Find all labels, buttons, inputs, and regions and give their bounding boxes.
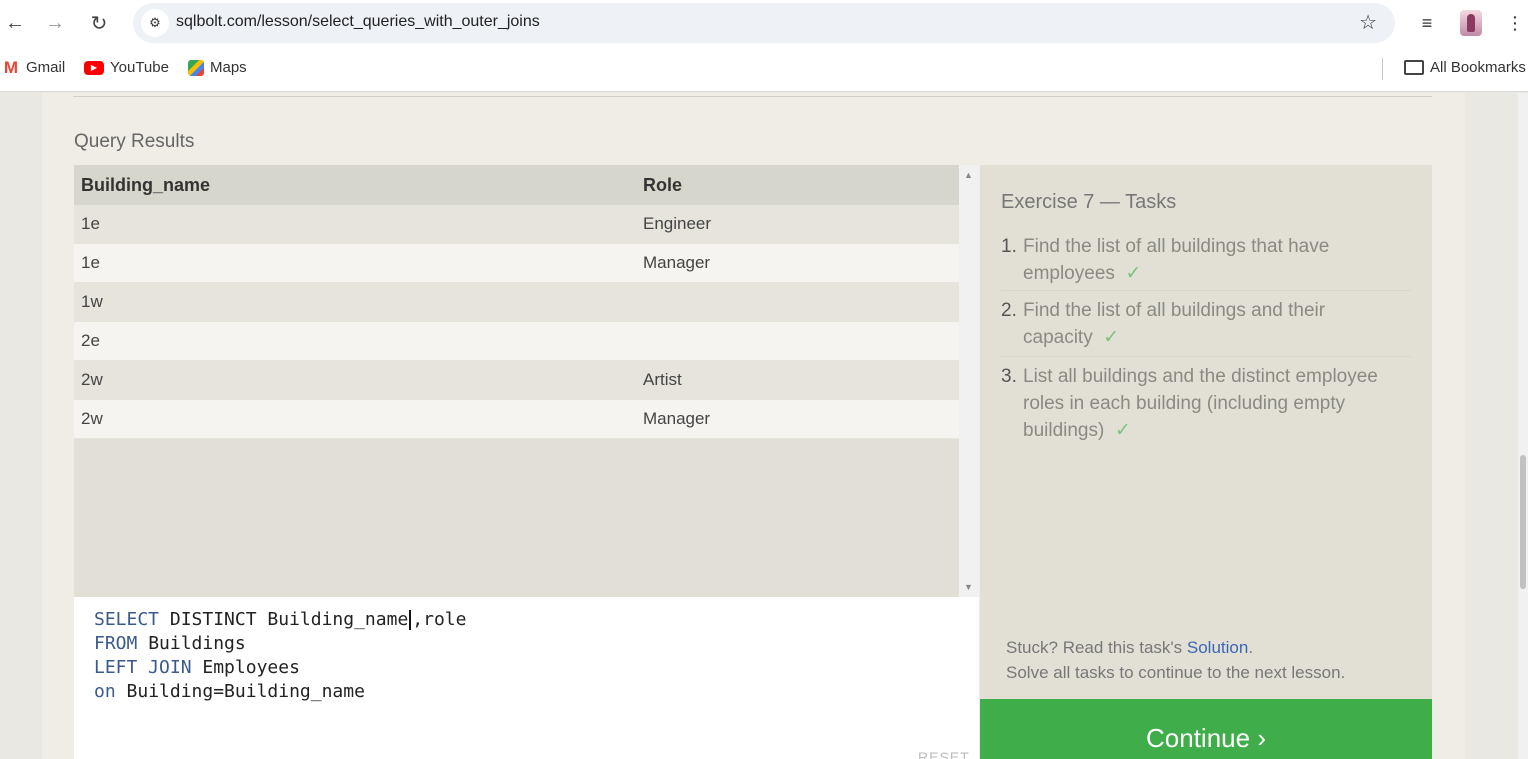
more-menu-icon[interactable]: ⋮ bbox=[1500, 8, 1528, 38]
cell-building-name: 2e bbox=[81, 331, 100, 350]
task-divider bbox=[1001, 356, 1411, 357]
bookmark-gmail[interactable]: M Gmail bbox=[2, 57, 66, 77]
results-scrollbar[interactable]: ▲ ▼ bbox=[959, 165, 979, 597]
cell-role: Engineer bbox=[643, 214, 712, 233]
sql-keyword: on bbox=[94, 681, 116, 702]
cell-role: Artist bbox=[643, 370, 682, 389]
bookmark-youtube[interactable]: ▶ YouTube bbox=[84, 59, 169, 76]
task-divider bbox=[1001, 290, 1411, 291]
cell-role: Manager bbox=[643, 253, 711, 272]
sql-keyword: SELECT bbox=[94, 609, 160, 630]
exercise-title: Exercise 7 — Tasks bbox=[1001, 191, 1177, 213]
previous-table-edge bbox=[752, 93, 1432, 97]
gmail-icon: M bbox=[3, 57, 19, 77]
cell-role: Manager bbox=[643, 409, 711, 428]
site-info-icon[interactable]: ⚙ bbox=[141, 9, 169, 37]
cell-building-name: 1e bbox=[81, 214, 100, 233]
task-number: 1. bbox=[1001, 236, 1017, 257]
task-text: Find the list of all buildings that have… bbox=[1023, 236, 1330, 284]
code-line: FROM Buildings bbox=[94, 633, 246, 657]
cell-building-name: 2w bbox=[81, 409, 103, 428]
solve-all-text: Solve all tasks to continue to the next … bbox=[1006, 663, 1346, 682]
table-row: 1e Manager bbox=[74, 244, 959, 283]
query-results-label: Query Results bbox=[74, 131, 195, 152]
bookmark-maps[interactable]: Maps bbox=[188, 59, 247, 76]
page-content: Query Results Building_name Role 1e Engi… bbox=[0, 93, 1528, 759]
table-row: 2e bbox=[74, 322, 959, 361]
column-header-building-name: Building_name bbox=[81, 174, 211, 195]
sql-text: Buildings bbox=[137, 633, 246, 654]
folder-icon bbox=[1404, 60, 1424, 75]
table-header: Building_name Role bbox=[74, 165, 959, 205]
check-icon: ✓ bbox=[1125, 263, 1142, 284]
profile-avatar[interactable] bbox=[1460, 10, 1482, 36]
scroll-down-icon[interactable]: ▼ bbox=[964, 582, 973, 592]
task-number: 3. bbox=[1001, 366, 1017, 387]
youtube-icon: ▶ bbox=[84, 60, 104, 75]
address-bar[interactable]: ⚙ sqlbolt.com/lesson/select_queries_with… bbox=[133, 3, 1395, 43]
reload-icon[interactable]: ↻ bbox=[84, 8, 114, 38]
bookmark-label: Gmail bbox=[26, 59, 66, 76]
code-line: on Building=Building_name bbox=[94, 681, 365, 705]
code-line: SELECT DISTINCT Building_name ,role bbox=[94, 609, 466, 633]
table-row: 1w bbox=[74, 283, 959, 322]
cell-building-name: 1e bbox=[81, 253, 100, 272]
task-text: List all buildings and the distinct empl… bbox=[1023, 366, 1378, 441]
all-bookmarks-button[interactable]: All Bookmarks bbox=[1404, 59, 1526, 76]
check-icon: ✓ bbox=[1114, 420, 1131, 441]
scroll-up-icon[interactable]: ▲ bbox=[964, 170, 973, 180]
previous-table-edge bbox=[73, 93, 753, 97]
bookmark-label: YouTube bbox=[110, 59, 169, 76]
sql-editor[interactable]: SELECT DISTINCT Building_name ,role FROM … bbox=[74, 597, 979, 759]
cell-building-name: 1w bbox=[81, 292, 103, 311]
table-row: 2w Manager bbox=[74, 400, 959, 439]
scrollbar-thumb[interactable] bbox=[1520, 455, 1526, 589]
solution-link[interactable]: Solution bbox=[1187, 638, 1248, 657]
bookmark-star-icon[interactable]: ☆ bbox=[1359, 10, 1377, 35]
forward-icon[interactable]: → bbox=[40, 8, 70, 38]
check-icon: ✓ bbox=[1103, 327, 1120, 348]
cell-building-name: 2w bbox=[81, 370, 103, 389]
bookmark-label: Maps bbox=[210, 59, 247, 76]
table-row: 1e Engineer bbox=[74, 205, 959, 244]
task-number: 2. bbox=[1001, 300, 1017, 321]
table-row: 2w Artist bbox=[74, 361, 959, 400]
url-text[interactable]: sqlbolt.com/lesson/select_queries_with_o… bbox=[176, 13, 540, 31]
tasks-panel: Exercise 7 — Tasks 1. Find the list of a… bbox=[980, 165, 1432, 759]
maps-icon bbox=[188, 59, 204, 76]
task-text: Find the list of all buildings and their… bbox=[1023, 300, 1326, 348]
all-bookmarks-label: All Bookmarks bbox=[1430, 59, 1526, 76]
bookmarks-bar: M Gmail ▶ YouTube Maps All Bookmarks bbox=[0, 46, 1528, 92]
column-header-role: Role bbox=[643, 174, 683, 195]
query-results-table: Building_name Role 1e Engineer 1e Manage… bbox=[74, 165, 959, 597]
sql-text: ,role bbox=[412, 609, 467, 630]
sql-keyword: LEFT JOIN bbox=[94, 657, 192, 678]
page-scrollbar[interactable] bbox=[1518, 93, 1528, 759]
text-cursor bbox=[409, 610, 412, 630]
stuck-text: Stuck? Read this task's bbox=[1006, 638, 1187, 657]
media-controls-icon[interactable]: ≡ bbox=[1412, 8, 1442, 38]
back-icon[interactable]: ← bbox=[0, 8, 30, 38]
browser-toolbar: ← → ↻ ⚙ sqlbolt.com/lesson/select_querie… bbox=[0, 0, 1528, 46]
bookmarks-divider bbox=[1382, 58, 1383, 80]
sql-text: DISTINCT Building_name bbox=[159, 609, 409, 630]
reset-button[interactable]: RESET bbox=[918, 749, 970, 759]
code-line: LEFT JOIN Employees bbox=[94, 657, 300, 681]
sql-keyword: FROM bbox=[94, 633, 138, 654]
sql-text: Building=Building_name bbox=[115, 681, 365, 702]
continue-button[interactable]: Continue › bbox=[980, 699, 1432, 759]
stuck-suffix: . bbox=[1248, 638, 1254, 657]
help-text: Stuck? Read this task's Solution. Solve … bbox=[1006, 635, 1345, 685]
sql-text: Employees bbox=[191, 657, 300, 678]
